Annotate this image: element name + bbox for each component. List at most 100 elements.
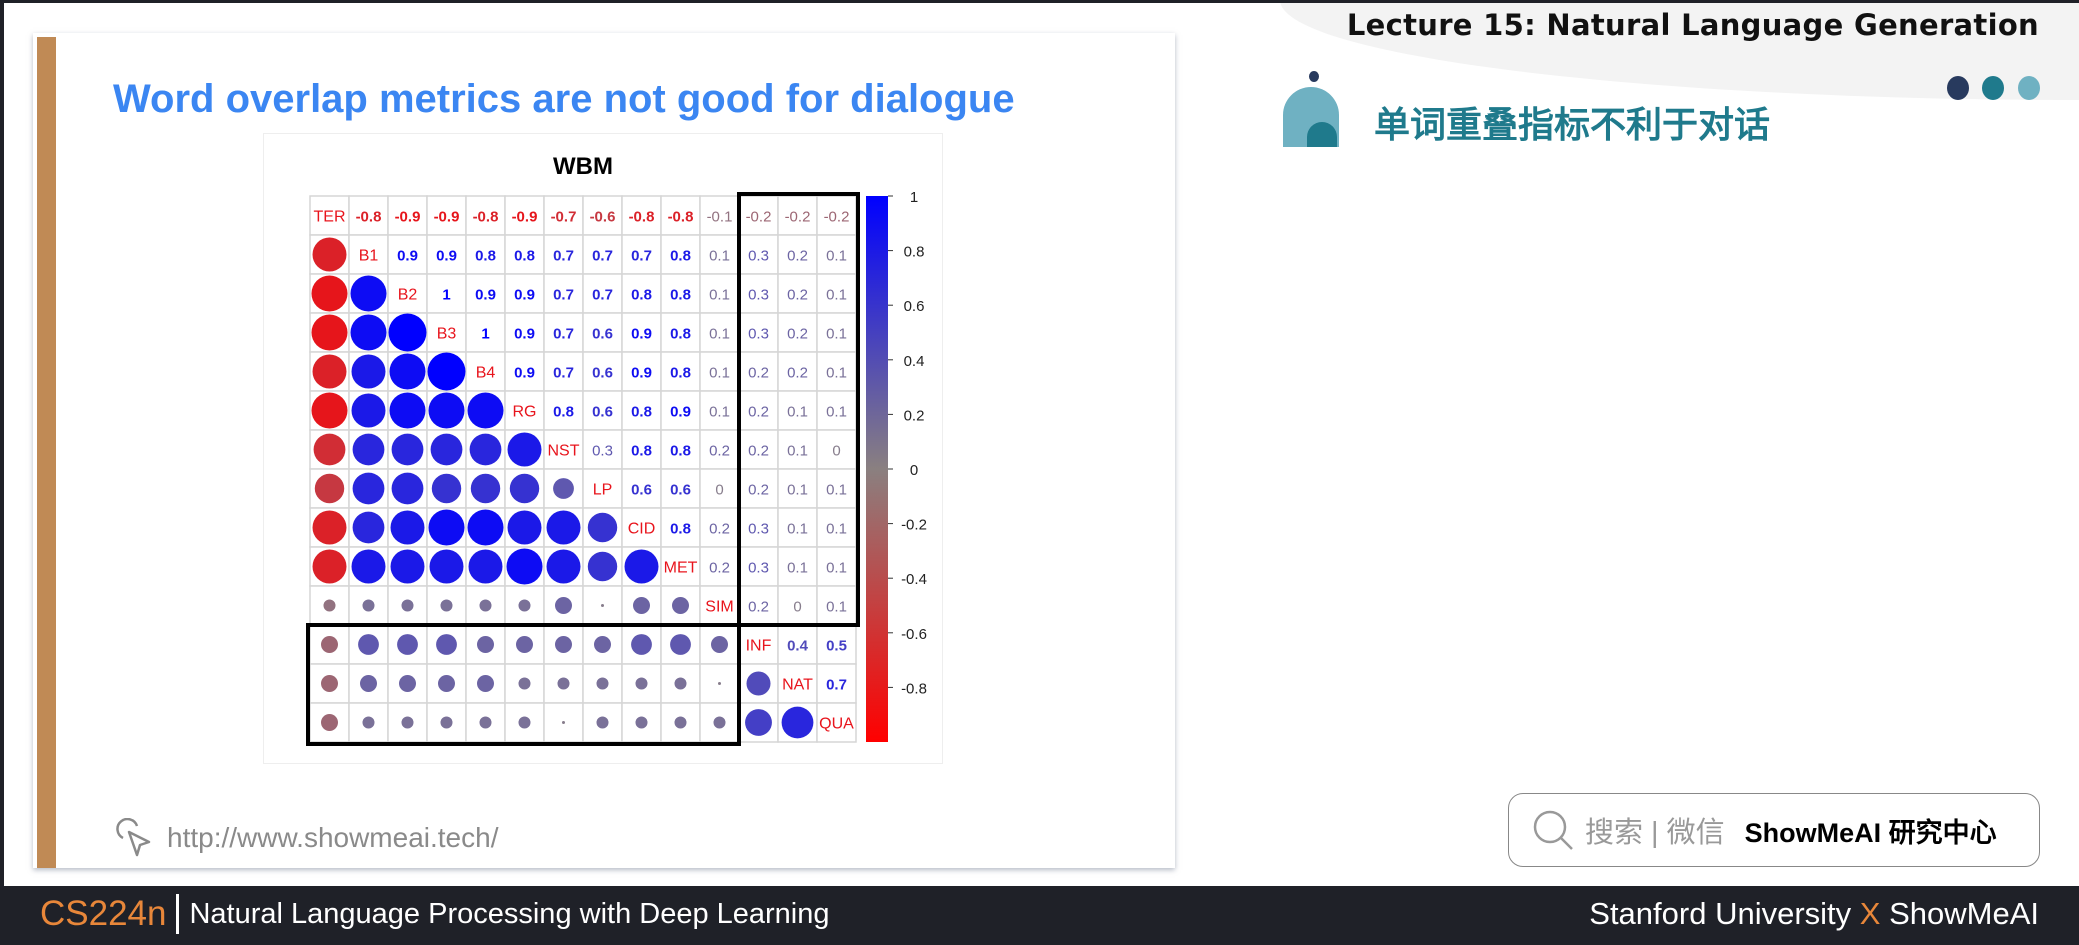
correlation-value: -0.8: [356, 209, 382, 226]
correlation-circle: [428, 392, 465, 429]
correlation-value: 0.3: [748, 326, 769, 343]
variable-label: MET: [664, 560, 698, 577]
correlation-value: 0.1: [826, 287, 847, 304]
correlation-circle: [313, 433, 346, 466]
correlation-circle: [321, 714, 338, 731]
credit: Stanford University X ShowMeAI: [1589, 896, 2039, 932]
correlation-circle: [507, 510, 542, 545]
correlation-value: -0.9: [395, 209, 421, 226]
correlation-value: 0.2: [709, 443, 730, 460]
correlation-circle: [467, 509, 504, 546]
cursor-click-icon: [116, 818, 151, 857]
credit-left: Stanford University: [1589, 896, 1852, 931]
correlation-value: 0.9: [436, 248, 457, 265]
correlation-circle: [321, 636, 338, 653]
correlation-circle: [635, 716, 648, 729]
correlation-value: 0.6: [592, 404, 613, 421]
correlation-circle: [553, 478, 574, 499]
correlation-value: 0.2: [787, 365, 808, 382]
correlation-circle: [430, 433, 463, 466]
correlation-circle: [507, 432, 542, 467]
correlation-circle: [506, 548, 543, 585]
correlation-value: 0: [832, 443, 840, 460]
correlation-circle: [745, 709, 772, 736]
correlation-value: 0.8: [475, 248, 496, 265]
correlation-circle: [479, 716, 492, 729]
correlation-circle: [350, 314, 387, 351]
correlation-value: 0.1: [709, 287, 730, 304]
correlation-value: 0.8: [670, 521, 691, 538]
variable-label: QUA: [819, 716, 854, 733]
colorbar-tick-label: 1: [910, 189, 918, 206]
correlation-value: 0.1: [826, 248, 847, 265]
correlation-value: 0.5: [826, 638, 847, 655]
correlation-value: -0.6: [590, 209, 616, 226]
colorbar-tick-label: -0.8: [901, 680, 927, 697]
variable-label: SIM: [705, 599, 733, 616]
correlation-value: 0.1: [826, 521, 847, 538]
correlation-circle: [670, 634, 691, 655]
correlation-value: 0.7: [553, 326, 574, 343]
correlation-circle: [390, 510, 425, 545]
correlation-value: 0.7: [826, 677, 847, 694]
correlation-value: 0.3: [748, 287, 769, 304]
correlation-value: 0.1: [826, 599, 847, 616]
correlation-value: 0.1: [709, 248, 730, 265]
correlation-value: 0.2: [787, 326, 808, 343]
correlation-circle: [311, 392, 348, 429]
variable-label: B3: [437, 326, 457, 343]
slide-stripe: [37, 37, 56, 868]
correlation-value: 0.1: [709, 365, 730, 382]
correlation-circle: [518, 677, 531, 690]
correlation-circle: [674, 716, 687, 729]
correlation-circle: [362, 716, 375, 729]
url-link[interactable]: http://www.showmeai.tech/: [113, 818, 498, 858]
correlation-circle: [479, 599, 492, 612]
correlation-circle: [633, 597, 650, 614]
correlation-circle: [401, 716, 414, 729]
correlation-value: 0.2: [748, 365, 769, 382]
credit-x: X: [1859, 896, 1881, 931]
correlation-circle: [312, 510, 347, 545]
search-box[interactable]: 搜索 | 微信 ShowMeAI 研究中心: [1508, 793, 2040, 867]
correlation-value: 0.2: [748, 482, 769, 499]
correlation-value: 0: [715, 482, 723, 499]
correlation-circle: [323, 599, 336, 612]
variable-label: B4: [476, 365, 496, 382]
correlation-value: 0.2: [748, 443, 769, 460]
correlation-value: -0.9: [434, 209, 460, 226]
url-text[interactable]: http://www.showmeai.tech/: [167, 822, 498, 854]
correlation-circle: [631, 634, 652, 655]
correlation-circle: [436, 634, 457, 655]
correlation-circle: [440, 716, 453, 729]
correlation-value: -0.2: [785, 209, 811, 226]
correlation-circle: [635, 677, 648, 690]
correlation-value: 0.6: [592, 365, 613, 382]
correlation-circle: [546, 549, 581, 584]
correlation-circle: [312, 354, 347, 389]
correlation-value: 0.8: [670, 443, 691, 460]
correlation-circle: [352, 433, 385, 466]
correlation-value: 0.8: [514, 248, 535, 265]
correlation-circle: [718, 682, 721, 685]
correlation-circle: [468, 549, 503, 584]
correlation-circle: [596, 716, 609, 729]
correlation-circle: [624, 549, 659, 584]
correlation-value: 0.7: [631, 248, 652, 265]
variable-label: NAT: [782, 677, 813, 694]
correlation-value: 0.6: [631, 482, 652, 499]
correlation-value: 0.7: [592, 287, 613, 304]
correlation-value: 0.1: [826, 560, 847, 577]
correlation-value: -0.8: [668, 209, 694, 226]
correlation-value: 0: [793, 599, 801, 616]
correlation-value: 0.9: [475, 287, 496, 304]
correlation-value: 0.2: [709, 560, 730, 577]
search-brand: ShowMeAI 研究中心: [1744, 817, 1997, 848]
correlation-value: 1: [442, 287, 450, 304]
correlation-circle: [562, 721, 565, 724]
correlation-circle: [312, 237, 347, 272]
colorbar-tick-label: -0.4: [901, 571, 927, 588]
colorbar-tick-label: 0.4: [904, 353, 925, 370]
correlation-value: -0.2: [824, 209, 850, 226]
correlation-circle: [477, 636, 494, 653]
